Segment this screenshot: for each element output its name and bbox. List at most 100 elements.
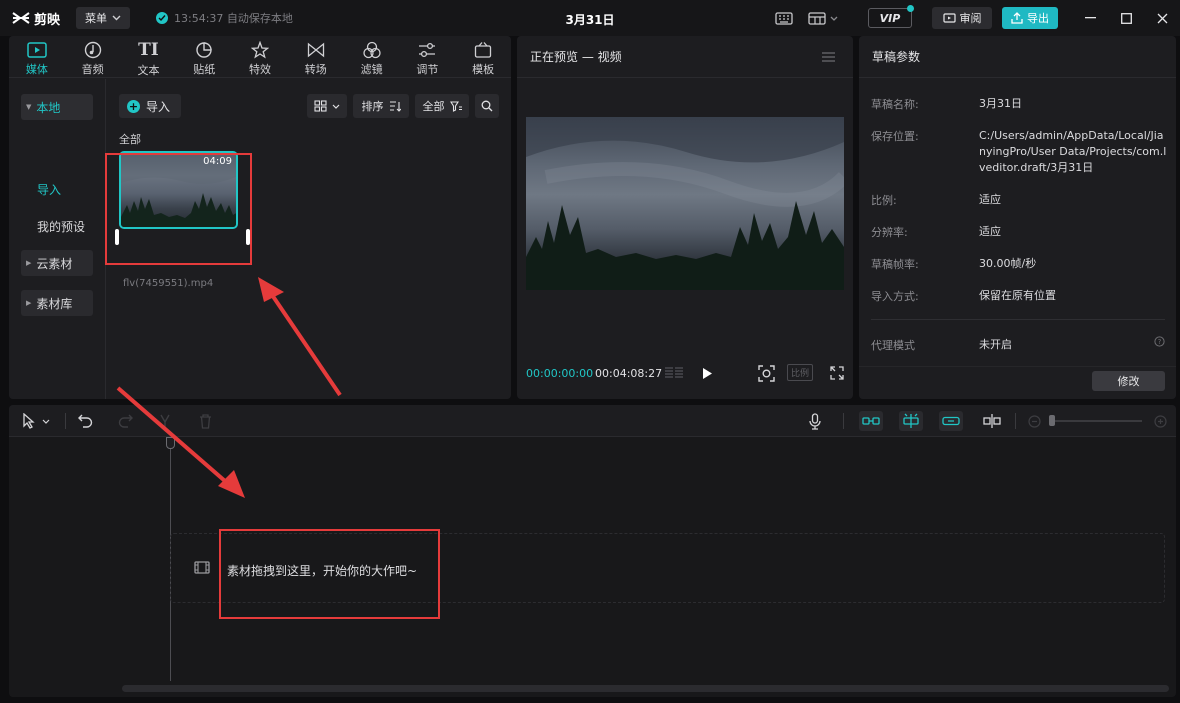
timeline-panel: 素材拖拽到这里，开始你的大作吧~ [9,405,1176,697]
triangle-right-icon: ▶ [26,259,32,267]
timeline-horizontal-scrollbar[interactable] [122,685,1169,692]
minimize-button[interactable] [1072,0,1108,36]
chevron-down-icon [332,104,340,109]
total-timecode: 00:04:08:27 [595,367,663,380]
sidebar-item-cloud[interactable]: ▶ 云素材 [21,250,93,276]
filter-icon [362,40,382,59]
toolbar-separator [843,413,844,429]
keyboard-shortcut-icon[interactable] [772,6,796,30]
minimize-icon [1084,17,1096,19]
audio-icon [84,40,102,59]
main-track-magnet-button[interactable] [859,411,883,431]
preview-header: 正在预览 — 视频 [517,36,853,78]
close-icon [1157,13,1167,23]
undo-button[interactable] [75,411,95,431]
fullscreen-button[interactable] [827,363,847,383]
preview-axis-button[interactable] [981,411,1003,431]
adjust-icon [418,40,436,59]
highlight-box-media-clip [105,153,252,265]
tab-sticker[interactable]: 贴纸 [176,36,232,77]
delete-button[interactable] [195,411,215,431]
select-tool-button[interactable] [17,411,55,431]
app-logo: 剪映 [12,9,60,28]
undo-icon [77,414,92,428]
template-icon [474,40,492,59]
waveform-icon[interactable] [663,363,685,383]
review-button[interactable]: 审阅 [932,7,992,29]
play-button[interactable] [697,363,717,383]
split-icon [160,414,170,428]
tab-effects[interactable]: 特效 [232,36,288,77]
tab-template[interactable]: 模板 [455,36,511,77]
sidebar-item-local[interactable]: ▼ 本地 [21,94,93,120]
sidebar-item-my-presets[interactable]: 我的预设 [37,218,85,235]
zoom-out-button[interactable] [1025,411,1043,431]
maximize-button[interactable] [1108,0,1144,36]
forest-sky-image [526,117,844,290]
zoom-in-icon [1153,414,1167,428]
redo-icon [118,414,133,428]
title-bar: 剪映 菜单 13:54:37 自动保存本地 3月31日 VIP 审阅 导出 [0,0,1180,36]
record-voice-button[interactable] [805,411,825,431]
current-timecode: 00:00:00:00 [526,367,594,380]
highlight-box-drop-zone [219,529,440,619]
chain-icon [942,416,960,426]
param-row-location: 保存位置: C:/Users/admin/AppData/Local/Jiany… [871,129,1167,174]
redo-button[interactable] [115,411,135,431]
ratio-button[interactable]: 比例 [787,364,813,381]
vip-badge[interactable]: VIP [868,5,914,28]
split-button[interactable] [155,411,175,431]
tab-text[interactable]: TI 文本 [121,36,177,77]
param-row-ratio: 比例: 适应 [871,193,1001,207]
tab-adjust[interactable]: 调节 [399,36,455,77]
playhead-handle[interactable] [166,437,175,449]
app-name: 剪映 [34,12,61,28]
sidebar-item-library[interactable]: ▶ 素材库 [21,290,93,316]
maximize-icon [1120,12,1132,24]
section-label-all: 全部 [119,133,141,146]
auto-snap-button[interactable] [899,411,923,431]
autosave-text: 13:54:37 自动保存本地 [174,12,293,25]
export-button[interactable]: 导出 [1002,7,1058,29]
menu-icon[interactable] [822,52,835,62]
clip-filename: flv(7459551).mp4 [123,278,214,289]
media-icon [27,40,47,59]
close-button[interactable] [1144,0,1180,36]
layout-icon[interactable] [806,6,840,30]
funnel-icon [449,100,462,112]
linkage-button[interactable] [939,411,963,431]
param-row-proxy: 代理模式 未开启 [871,338,1012,352]
zoom-in-button[interactable] [1151,411,1169,431]
text-icon: TI [138,40,159,60]
main-menu-button[interactable]: 菜单 [76,7,131,29]
sort-button[interactable]: 排序 [353,94,409,118]
tab-transition[interactable]: 转场 [288,36,344,77]
vip-label: VIP [879,11,901,25]
tab-filter[interactable]: 滤镜 [344,36,400,77]
preview-panel: 正在预览 — 视频 00:00:00:00 00:04:08:27 比例 [517,36,853,399]
import-button[interactable]: + 导入 [119,94,181,118]
screenshot-button[interactable] [755,363,777,383]
grid-view-icon [314,100,327,112]
link-clips-icon [862,417,880,425]
sticker-icon [195,40,213,59]
help-icon[interactable]: ? [1154,336,1165,347]
search-icon [481,100,493,112]
play-icon [702,367,712,379]
zoom-slider-track[interactable] [1049,420,1142,422]
modify-button[interactable]: 修改 [1092,371,1165,391]
filter-all-button[interactable]: 全部 [415,94,469,118]
tab-media[interactable]: 媒体 [9,36,65,77]
media-panel: 媒体 音频 TI 文本 贴纸 特效 转场 滤镜 调节 模板 ▼ 本地 导入 我的… [9,36,511,399]
chevron-down-icon [830,16,838,21]
view-mode-button[interactable] [307,94,347,118]
zoom-out-icon [1027,414,1041,428]
tab-audio[interactable]: 音频 [65,36,121,77]
zoom-slider-knob[interactable] [1049,415,1055,426]
preview-video-frame[interactable] [526,117,844,290]
params-divider [871,319,1165,320]
params-header: 草稿参数 [859,36,1176,78]
sidebar-item-import[interactable]: 导入 [37,181,61,198]
chevron-down-icon [42,419,50,424]
search-button[interactable] [475,94,499,118]
